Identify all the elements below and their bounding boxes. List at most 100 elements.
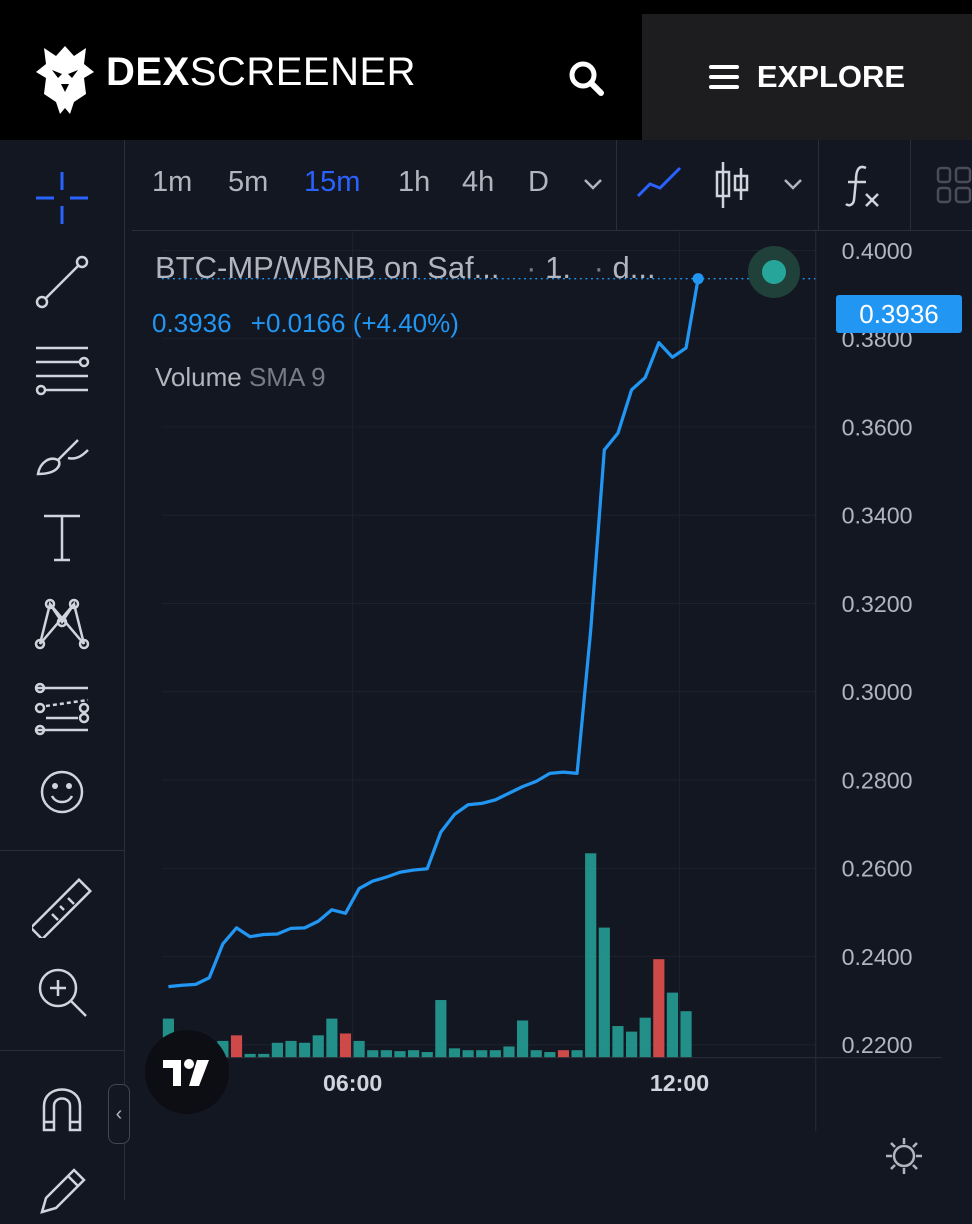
layout-grid-icon[interactable] bbox=[936, 166, 972, 206]
volume-bar bbox=[639, 1017, 651, 1058]
zoom-tool[interactable] bbox=[22, 960, 102, 1024]
trend-line-icon bbox=[35, 255, 89, 309]
drawing-toolbar bbox=[0, 140, 125, 1214]
legend-price: 0.3936 bbox=[152, 308, 232, 338]
volume-bar bbox=[230, 1035, 243, 1058]
lock-drawings-tool[interactable] bbox=[22, 1160, 102, 1224]
trend-line-tool[interactable] bbox=[22, 250, 102, 314]
pattern-icon bbox=[34, 598, 90, 650]
volume-bar bbox=[557, 1050, 570, 1058]
volume-bar bbox=[339, 1033, 352, 1058]
volume-bar bbox=[476, 1050, 488, 1058]
smiley-icon bbox=[40, 770, 84, 814]
timeframe-1h[interactable]: 1h bbox=[398, 166, 430, 199]
volume-bar bbox=[680, 1011, 692, 1058]
market-status-indicator[interactable] bbox=[748, 246, 800, 298]
projection-icon bbox=[34, 682, 90, 736]
y-tick-label: 0.3400 bbox=[842, 503, 913, 529]
eagle-logo-icon[interactable] bbox=[34, 42, 96, 116]
y-tick-label: 0.4000 bbox=[842, 238, 913, 264]
volume-bar bbox=[489, 1050, 501, 1058]
chevron-left-icon: ‹ bbox=[115, 1102, 123, 1125]
zoom-in-icon bbox=[38, 968, 87, 1017]
volume-bar bbox=[503, 1046, 515, 1058]
text-icon bbox=[44, 514, 80, 562]
collapse-toolbar-button[interactable]: ‹ bbox=[108, 1084, 130, 1144]
magnet-icon bbox=[42, 1088, 82, 1132]
line-chart-type-icon[interactable] bbox=[634, 162, 686, 202]
candlestick-icon[interactable] bbox=[714, 160, 750, 210]
explore-label: EXPLORE bbox=[756, 59, 906, 94]
brush-tool[interactable] bbox=[22, 422, 102, 486]
search-icon[interactable] bbox=[566, 58, 606, 98]
indicator-name: Volume bbox=[155, 362, 242, 392]
indicator-params: SMA 9 bbox=[248, 362, 326, 392]
menu-icon bbox=[708, 65, 739, 89]
volume-bar bbox=[448, 1048, 461, 1058]
tradingview-logo[interactable] bbox=[145, 1030, 229, 1114]
volume-bar bbox=[421, 1052, 433, 1058]
text-tool[interactable] bbox=[22, 506, 102, 570]
toolbar-separator-3 bbox=[910, 140, 911, 230]
y-tick-label: 0.2600 bbox=[842, 856, 913, 882]
pattern-tool[interactable] bbox=[22, 590, 102, 654]
y-tick-label: 0.3200 bbox=[842, 591, 913, 617]
timeframe-4h[interactable]: 4h bbox=[462, 166, 494, 199]
x-tick-label: 12:00 bbox=[650, 1070, 709, 1096]
volume-bar bbox=[380, 1050, 392, 1058]
emoji-tool[interactable] bbox=[22, 760, 102, 824]
y-tick-label: 0.2800 bbox=[842, 767, 913, 793]
toolbar-separator bbox=[616, 140, 617, 230]
chart-toolbar: 1m 5m 15m 1h 4h D bbox=[132, 140, 972, 231]
y-tick-label: 0.2200 bbox=[842, 1032, 913, 1058]
last-price-point bbox=[692, 273, 704, 285]
timeframe-d[interactable]: D bbox=[528, 166, 549, 199]
magnet-tool[interactable] bbox=[22, 1076, 102, 1140]
volume-bar bbox=[598, 927, 610, 1058]
measure-tool[interactable] bbox=[22, 876, 102, 940]
fib-tool[interactable] bbox=[22, 336, 102, 400]
volume-bar bbox=[653, 959, 665, 1058]
volume-bar bbox=[530, 1050, 542, 1058]
timeframe-5m[interactable]: 5m bbox=[228, 166, 268, 199]
indicators-fx-icon[interactable] bbox=[840, 162, 884, 210]
brand-name[interactable]: DEXSCREENER bbox=[106, 50, 416, 95]
timeframe-1m[interactable]: 1m bbox=[152, 166, 192, 199]
last-price-label: 0.3936 bbox=[836, 295, 962, 333]
y-tick-label: 0.2400 bbox=[842, 944, 913, 970]
toolbar-separator-2 bbox=[818, 140, 819, 230]
legend-separator-dot-2: · bbox=[593, 250, 604, 285]
legend-separator-dot: · bbox=[526, 250, 537, 285]
volume-bar bbox=[244, 1053, 256, 1058]
chart-type-chevron-down-icon[interactable] bbox=[782, 176, 804, 192]
volume-bar bbox=[585, 853, 597, 1058]
timeframe-15m[interactable]: 15m bbox=[304, 166, 360, 199]
legend-change: +0.0166 (+4.40%) bbox=[250, 308, 459, 338]
volume-bar bbox=[544, 1052, 556, 1058]
tradingview-logo-icon bbox=[163, 1059, 209, 1086]
volume-bar bbox=[353, 1040, 365, 1058]
crosshair-tool[interactable] bbox=[22, 166, 102, 230]
timeframe-chevron-down-icon[interactable] bbox=[582, 176, 604, 192]
brand-name-light: SCREENER bbox=[189, 50, 417, 94]
pencil-lock-icon bbox=[40, 1168, 86, 1214]
volume-bar bbox=[258, 1053, 270, 1058]
volume-bar bbox=[517, 1020, 529, 1058]
volume-bar bbox=[271, 1042, 283, 1058]
volume-bar bbox=[612, 1026, 624, 1058]
toolbar-divider bbox=[0, 850, 124, 851]
volume-bar bbox=[435, 1000, 447, 1058]
app-header: DEXSCREENER EXPLORE bbox=[0, 0, 972, 140]
volume-bar bbox=[625, 1031, 638, 1058]
explore-button[interactable]: EXPLORE bbox=[642, 14, 972, 140]
toolbar-divider-2 bbox=[0, 1050, 124, 1051]
volume-bar bbox=[299, 1042, 311, 1058]
volume-bar bbox=[394, 1051, 406, 1058]
x-tick-label: 06:00 bbox=[323, 1070, 382, 1096]
legend-interval: 1. bbox=[545, 250, 571, 285]
chart-settings-gear-icon[interactable] bbox=[884, 1136, 924, 1176]
volume-indicator-legend[interactable]: Volume SMA 9 bbox=[155, 362, 326, 393]
projection-tool[interactable] bbox=[22, 676, 102, 740]
ruler-icon bbox=[32, 878, 92, 938]
volume-bar bbox=[312, 1035, 324, 1058]
